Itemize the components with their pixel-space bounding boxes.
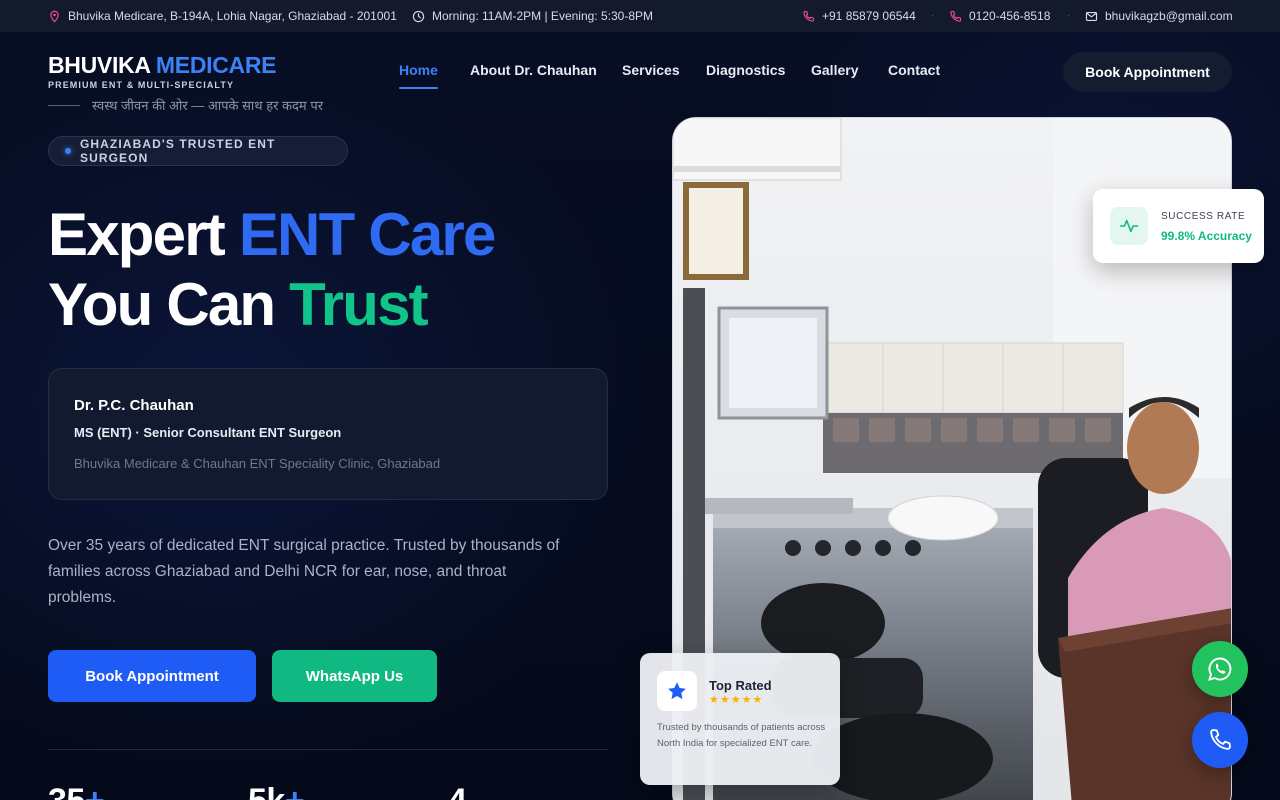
header-book-appointment-button[interactable]: Book Appointment [1063, 52, 1232, 92]
star-icon [657, 671, 697, 711]
success-rate-label: SUCCESS RATE [1161, 211, 1246, 222]
whatsapp-floating-button[interactable] [1192, 641, 1248, 697]
doctor-card: Dr. P.C. Chauhan MS (ENT) · Senior Consu… [48, 368, 608, 500]
phone2-link[interactable]: 0120-456-8518 [949, 0, 1050, 32]
nav-services[interactable]: Services [622, 62, 680, 78]
phone2-text[interactable]: 0120-456-8518 [969, 9, 1050, 23]
badge-text: GHAZIABAD'S TRUSTED ENT SURGEON [79, 137, 276, 165]
top-info-bar: Bhuvika Medicare, B-194A, Lohia Nagar, G… [0, 0, 1280, 32]
stat-suffix: + [85, 782, 105, 800]
title-highlight-blue: ENT Care [238, 201, 497, 268]
brand-name-part1: BHUVIKA [48, 52, 150, 78]
doctor-credentials: MS (ENT) · Senior Consultant ENT Surgeon [74, 425, 342, 440]
separator: · [931, 10, 935, 21]
nav-about[interactable]: About Dr. Chauhan [470, 62, 597, 78]
hero-title: Expert ENT Care You Can Trust [48, 200, 497, 340]
stat-suffix: + [285, 782, 305, 800]
brand-subtitle: PREMIUM ENT & MULTI-SPECIALTY [48, 80, 235, 90]
email-link[interactable]: bhuvikagzb@gmail.com [1085, 0, 1233, 32]
doctor-clinic: Bhuvika Medicare & Chauhan ENT Specialit… [74, 456, 441, 471]
hero-title-line2: You Can Trust [48, 270, 495, 340]
stat-value: 5k [248, 782, 285, 800]
address-text: Bhuvika Medicare, B-194A, Lohia Nagar, G… [68, 9, 397, 23]
stats-divider [48, 749, 608, 750]
badge-dot [65, 148, 71, 154]
location-pin-icon [50, 10, 59, 23]
stat-patients: 5k+ [248, 782, 305, 800]
hero-title-line1: Expert ENT Care [48, 200, 497, 270]
phone1-text[interactable]: +91 85879 06544 [822, 9, 916, 23]
stat-value: 4 [448, 782, 467, 800]
stat-third: 4 [448, 782, 467, 800]
call-floating-button[interactable] [1192, 712, 1248, 768]
trusted-badge: GHAZIABAD'S TRUSTED ENT SURGEON [48, 136, 348, 166]
whatsapp-icon [1208, 657, 1232, 681]
brand-tagline: स्वस्थ जीवन की ओर — आपके साथ हर कदम पर [48, 96, 323, 114]
nav-home[interactable]: Home [399, 62, 438, 89]
tagline-line [48, 104, 80, 106]
brand-name-part2: MEDICARE [155, 52, 277, 78]
success-rate-value: 99.8% Accuracy [1161, 229, 1252, 243]
top-rated-card: Top Rated ★★★★★ Trusted by thousands of … [640, 653, 840, 785]
nav-diagnostics[interactable]: Diagnostics [706, 62, 785, 78]
phone-call-icon [1210, 729, 1231, 750]
title-part: You Can [48, 271, 276, 338]
success-rate-card: SUCCESS RATE 99.8% Accuracy [1093, 189, 1264, 263]
phone-icon [950, 10, 962, 22]
mail-icon [1085, 11, 1098, 21]
stat-years: 35+ [48, 782, 105, 800]
top-rated-text: Trusted by thousands of patients across … [657, 722, 826, 749]
top-rated-title: Top Rated [709, 678, 772, 693]
pulse-icon [1110, 207, 1148, 245]
phone1-link[interactable]: +91 85879 06544 [802, 0, 916, 32]
hours-item: Morning: 11AM-2PM | Evening: 5:30-8PM [412, 0, 653, 32]
nav-contact[interactable]: Contact [888, 62, 940, 78]
title-highlight-green: Trust [289, 271, 428, 338]
address-item: Bhuvika Medicare, B-194A, Lohia Nagar, G… [48, 0, 397, 32]
rating-stars: ★★★★★ [709, 694, 764, 706]
clock-icon [412, 10, 425, 22]
phone-icon [803, 10, 815, 22]
book-appointment-button[interactable]: Book Appointment [48, 650, 256, 702]
doctor-name: Dr. P.C. Chauhan [74, 397, 194, 414]
whatsapp-button[interactable]: WhatsApp Us [272, 650, 437, 702]
separator: · [1067, 10, 1071, 21]
hero-description: Over 35 years of dedicated ENT surgical … [48, 537, 560, 606]
brand-name: BHUVIKA MEDICARE [48, 52, 277, 79]
nav-gallery[interactable]: Gallery [811, 62, 858, 78]
brand-logo[interactable]: BHUVIKA MEDICARE PREMIUM ENT & MULTI-SPE… [48, 52, 277, 90]
title-part: Expert [48, 201, 226, 268]
stat-value: 35 [48, 782, 85, 800]
email-text[interactable]: bhuvikagzb@gmail.com [1105, 9, 1233, 23]
tagline-text: स्वस्थ जीवन की ओर — आपके साथ हर कदम पर [92, 98, 324, 113]
hours-text: Morning: 11AM-2PM | Evening: 5:30-8PM [432, 9, 653, 23]
